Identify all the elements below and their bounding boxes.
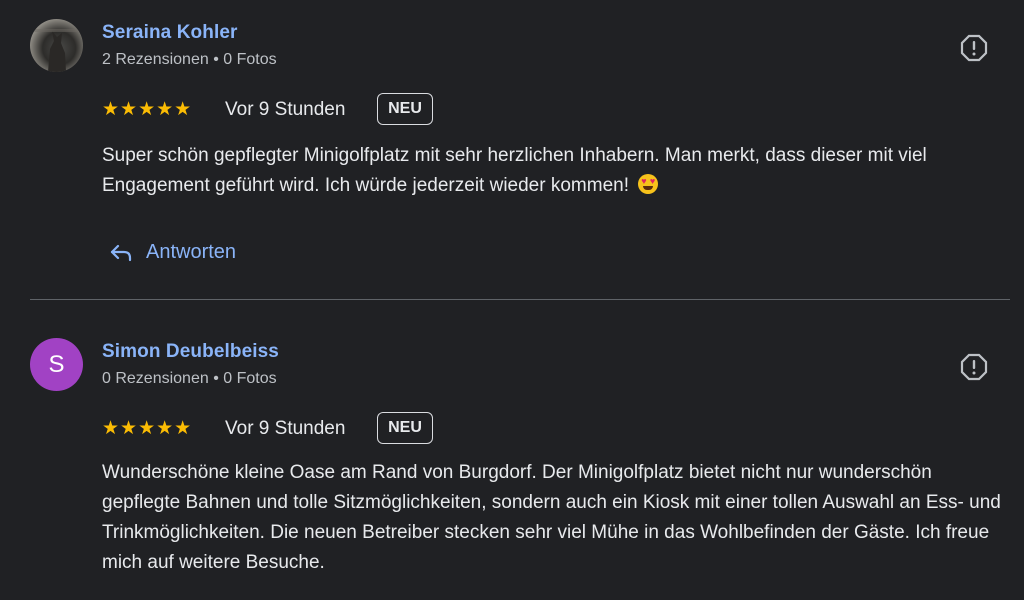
new-badge: NEU: [377, 412, 433, 444]
report-icon[interactable]: [960, 34, 988, 62]
reply-button[interactable]: Antworten: [110, 241, 236, 264]
review-text: Wunderschöne kleine Oase am Rand von Bur…: [102, 462, 1001, 573]
heart-eyes-emoji-icon: [638, 174, 659, 194]
divider: [30, 299, 1010, 300]
author-name[interactable]: Seraina Kohler: [102, 22, 238, 44]
author-meta: 0 Rezensionen • 0 Fotos: [102, 370, 277, 387]
reply-label: Antworten: [146, 241, 237, 263]
review-time: Vor 9 Stunden: [225, 418, 346, 439]
author-meta: 2 Rezensionen • 0 Fotos: [102, 51, 277, 68]
new-badge: NEU: [377, 93, 433, 125]
star-rating: ★★★★★: [102, 418, 193, 439]
review-text: Super schön gepflegter Minigolfplatz mit…: [102, 141, 1017, 201]
avatar[interactable]: [30, 19, 83, 72]
review-text-content: Super schön gepflegter Minigolfplatz mit…: [102, 145, 927, 196]
author-name[interactable]: Simon Deubelbeiss: [102, 341, 279, 363]
report-icon[interactable]: [960, 353, 988, 381]
avatar[interactable]: S: [30, 338, 83, 391]
star-rating: ★★★★★: [102, 99, 193, 120]
review-time: Vor 9 Stunden: [225, 99, 346, 120]
reply-icon: [110, 244, 132, 261]
